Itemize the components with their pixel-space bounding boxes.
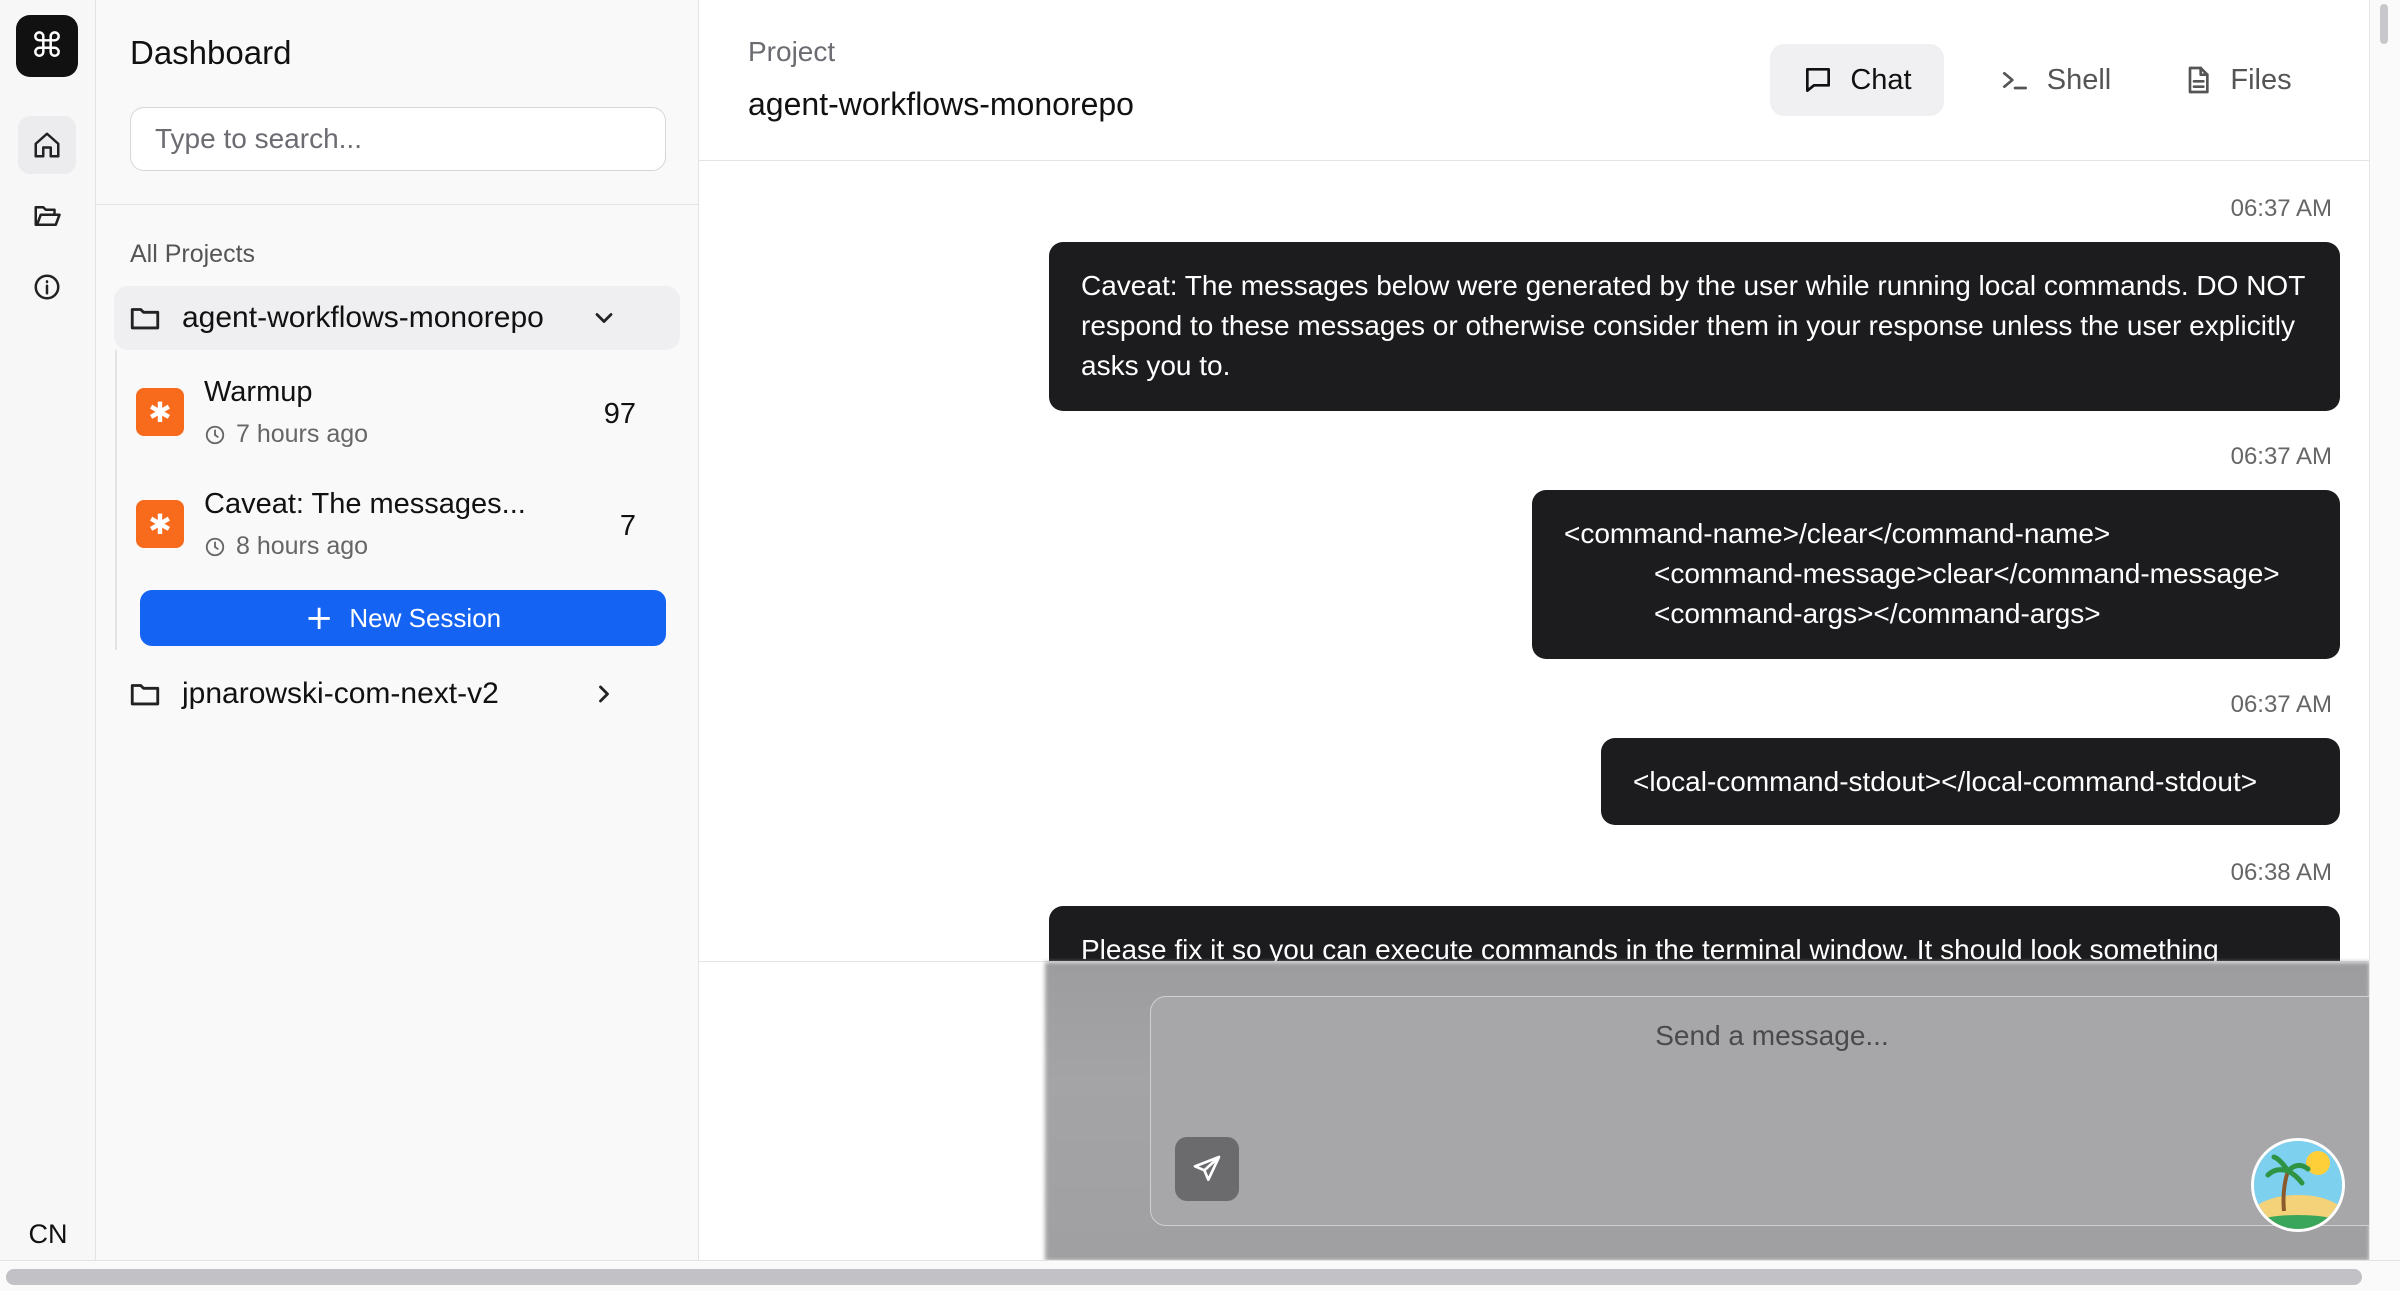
divider — [96, 204, 698, 205]
session-title: Caveat: The messages... — [204, 488, 526, 520]
terminal-icon — [2002, 72, 2027, 90]
project-name: jpnarowski-com-next-v2 — [182, 677, 499, 710]
tab-files[interactable]: Files — [2166, 44, 2308, 116]
message-time: 06:38 AM — [2230, 859, 2332, 886]
language-toggle[interactable]: CN — [14, 1212, 82, 1256]
tab-shell[interactable]: Shell — [1984, 44, 2126, 116]
user-message: Caveat: The messages below were generate… — [1049, 242, 2340, 411]
tab-label: Chat — [1850, 63, 1912, 96]
clock-icon — [205, 425, 225, 444]
session-time-text: 8 hours ago — [236, 532, 369, 560]
session-time-text: 7 hours ago — [236, 420, 369, 448]
new-session-button[interactable]: + New Session — [140, 590, 666, 646]
message-composer[interactable] — [1150, 996, 2393, 1226]
plus-icon: + — [304, 598, 334, 638]
message-line: <command-name>/clear</command-name> — [1564, 518, 2111, 549]
page-title: agent-workflows-monorepo — [748, 86, 1134, 122]
chat-bubble-icon — [1806, 68, 1831, 92]
folder-open-icon[interactable] — [18, 187, 76, 245]
session-time: 8 hours ago — [204, 532, 368, 561]
composer-area — [699, 961, 2393, 1261]
session-title: Warmup — [204, 376, 313, 408]
project-row[interactable]: agent-workflows-monorepo — [114, 286, 680, 350]
folder-icon — [130, 684, 160, 706]
user-message: <command-name>/clear</command-name> <com… — [1532, 490, 2340, 659]
message-time: 06:37 AM — [2230, 443, 2332, 470]
chat-messages: 06:37 AM Caveat: The messages below were… — [699, 161, 2370, 961]
tab-label: Shell — [2046, 63, 2112, 96]
tab-chat[interactable]: Chat — [1770, 44, 1944, 116]
message-time: 06:37 AM — [2230, 691, 2332, 718]
project-row[interactable]: jpnarowski-com-next-v2 — [114, 662, 680, 726]
island-avatar-icon[interactable] — [2254, 1141, 2342, 1229]
header-label: Project — [748, 36, 836, 67]
session-badge-icon: ✱ — [136, 500, 184, 548]
send-button[interactable] — [1175, 1137, 1239, 1201]
session-item[interactable]: ✱ Warmup 7 hours ago 97 — [136, 364, 666, 460]
vertical-scrollbar[interactable] — [2369, 0, 2400, 1260]
message-line: <command-args></command-args> — [1654, 598, 2101, 629]
chevron-right-icon[interactable] — [590, 680, 618, 708]
icon-rail: ⌘ CN — [0, 0, 96, 1260]
file-icon — [2189, 66, 2210, 94]
message-time: 06:37 AM — [2230, 195, 2332, 222]
user-message: Please fix it so you can execute command… — [1049, 906, 2340, 961]
sidebar-title: Dashboard — [130, 34, 292, 71]
command-logo-icon[interactable]: ⌘ — [16, 15, 78, 77]
new-session-label: New Session — [349, 602, 502, 633]
home-icon[interactable] — [18, 116, 76, 174]
info-icon[interactable] — [18, 258, 76, 316]
send-icon — [1193, 1155, 1221, 1181]
search-input[interactable] — [130, 107, 666, 171]
folder-icon — [130, 308, 160, 330]
message-line: <command-message>clear</command-message> — [1654, 558, 2280, 589]
section-label: All Projects — [130, 240, 256, 268]
horizontal-scrollbar[interactable] — [0, 1260, 2400, 1291]
sidebar: Dashboard All Projects agent-workflows-m… — [96, 0, 699, 1260]
chevron-down-icon[interactable] — [590, 304, 618, 332]
session-badge-icon: ✱ — [136, 388, 184, 436]
clock-icon — [205, 537, 225, 556]
project-name: agent-workflows-monorepo — [182, 301, 544, 334]
main-panel: Project agent-workflows-monorepo Chat Sh… — [699, 0, 2393, 1261]
session-count: 97 — [603, 398, 636, 430]
session-tree-line — [115, 350, 117, 650]
session-item[interactable]: ✱ Caveat: The messages... 8 hours ago 7 — [136, 476, 666, 572]
message-input[interactable] — [1151, 1019, 2393, 1053]
session-count: 7 — [619, 510, 636, 542]
tab-label: Files — [2230, 63, 2292, 96]
user-message: <local-command-stdout></local-command-st… — [1601, 738, 2340, 825]
session-time: 7 hours ago — [204, 420, 368, 449]
